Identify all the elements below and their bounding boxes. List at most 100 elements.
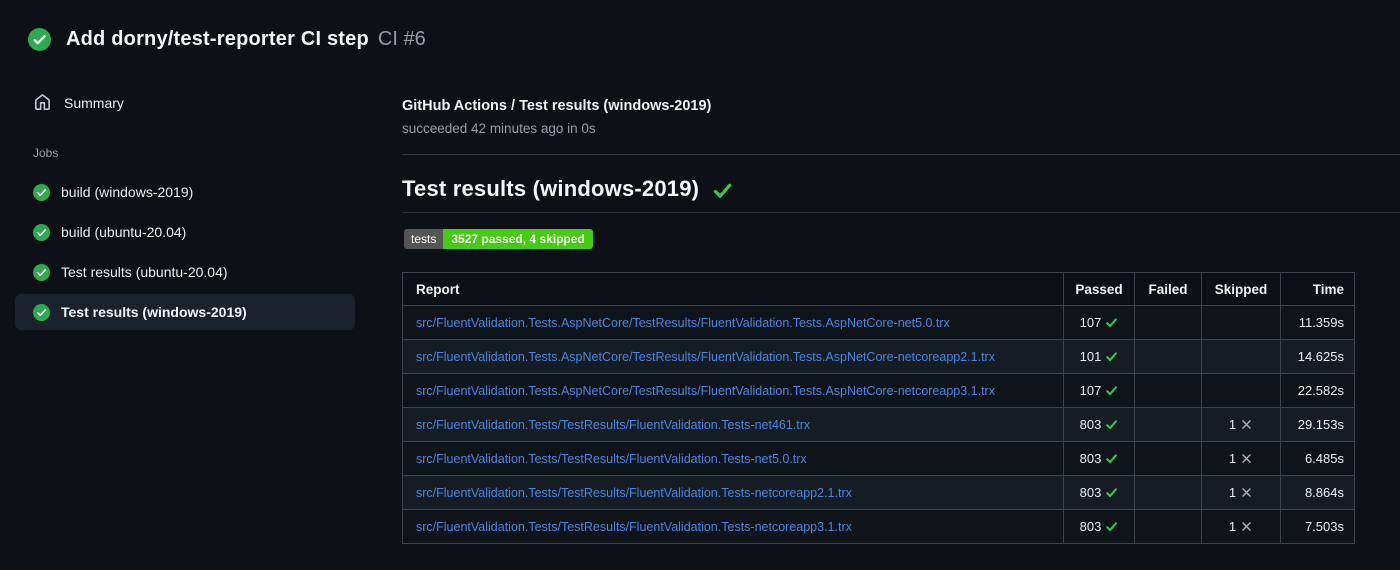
skipped-cell: 1 bbox=[1201, 475, 1281, 510]
check-circle-icon bbox=[33, 183, 50, 201]
check-circle-icon bbox=[33, 263, 50, 281]
failed-cell bbox=[1134, 305, 1202, 340]
time-cell: 6.485s bbox=[1280, 441, 1355, 476]
success-check-icon bbox=[714, 183, 732, 198]
check-icon bbox=[1106, 352, 1118, 362]
table-body: src/FluentValidation.Tests.AspNetCore/Te… bbox=[402, 305, 1355, 544]
passed-count: 107 bbox=[1079, 315, 1102, 330]
column-header-passed: Passed bbox=[1063, 272, 1135, 306]
badge-value: 3527 passed, 4 skipped bbox=[443, 229, 593, 249]
check-icon bbox=[1106, 454, 1118, 464]
passed-cell: 803 bbox=[1063, 509, 1135, 544]
table-row: src/FluentValidation.Tests.AspNetCore/Te… bbox=[402, 373, 1355, 408]
failed-cell bbox=[1134, 475, 1202, 510]
column-header-report: Report bbox=[402, 272, 1064, 306]
check-icon bbox=[1106, 522, 1118, 532]
passed-count: 803 bbox=[1079, 417, 1102, 432]
x-icon bbox=[1242, 420, 1251, 429]
time-cell: 22.582s bbox=[1280, 373, 1355, 408]
skipped-count: 1 bbox=[1228, 417, 1237, 432]
skipped-count: 1 bbox=[1228, 451, 1237, 466]
time-cell: 14.625s bbox=[1280, 339, 1355, 374]
sidebar-job-test-results-windows-2019-[interactable]: Test results (windows-2019) bbox=[15, 294, 355, 330]
table-row: src/FluentValidation.Tests.AspNetCore/Te… bbox=[402, 339, 1355, 374]
badge-label: tests bbox=[404, 229, 444, 249]
check-icon bbox=[1106, 420, 1118, 430]
passed-count: 803 bbox=[1079, 519, 1102, 534]
passed-count: 107 bbox=[1079, 383, 1102, 398]
passed-count: 803 bbox=[1079, 485, 1102, 500]
passed-count: 803 bbox=[1079, 451, 1102, 466]
section-title: Test results (windows-2019) bbox=[402, 176, 700, 201]
report-link[interactable]: src/FluentValidation.Tests/TestResults/F… bbox=[416, 452, 807, 466]
passed-cell: 107 bbox=[1063, 373, 1135, 408]
skipped-cell: 1 bbox=[1201, 407, 1281, 442]
time-cell: 11.359s bbox=[1280, 305, 1355, 340]
check-icon bbox=[1106, 386, 1118, 396]
column-header-skipped: Skipped bbox=[1201, 272, 1281, 306]
report-link[interactable]: src/FluentValidation.Tests/TestResults/F… bbox=[416, 520, 852, 534]
job-label: build (ubuntu-20.04) bbox=[61, 224, 187, 240]
report-link[interactable]: src/FluentValidation.Tests.AspNetCore/Te… bbox=[416, 384, 995, 398]
sidebar-job-test-results-ubuntu-20-04-[interactable]: Test results (ubuntu-20.04) bbox=[15, 254, 355, 290]
passed-cell: 101 bbox=[1063, 339, 1135, 374]
failed-cell bbox=[1134, 407, 1202, 442]
test-results-table: Report Passed Failed Skipped Time src/Fl… bbox=[402, 272, 1355, 544]
passed-cell: 803 bbox=[1063, 407, 1135, 442]
failed-cell bbox=[1134, 339, 1202, 374]
table-header-row: Report Passed Failed Skipped Time bbox=[402, 272, 1355, 306]
skipped-count: 1 bbox=[1228, 519, 1237, 534]
run-header: Add dorny/test-reporter CI step CI #6 bbox=[28, 28, 426, 51]
jobs-list: build (windows-2019) build (ubuntu-20.04… bbox=[15, 174, 355, 334]
check-icon bbox=[1106, 318, 1118, 328]
sidebar-item-summary[interactable]: Summary bbox=[20, 86, 138, 119]
tests-badge: tests 3527 passed, 4 skipped bbox=[404, 229, 593, 249]
x-icon bbox=[1242, 454, 1251, 463]
table-row: src/FluentValidation.Tests/TestResults/F… bbox=[402, 509, 1355, 544]
jobs-section-label: Jobs bbox=[33, 146, 59, 160]
check-run-breadcrumb: GitHub Actions / Test results (windows-2… bbox=[402, 98, 712, 114]
failed-cell bbox=[1134, 373, 1202, 408]
job-label: build (windows-2019) bbox=[61, 184, 194, 200]
home-icon bbox=[35, 94, 50, 110]
report-link[interactable]: src/FluentValidation.Tests.AspNetCore/Te… bbox=[416, 350, 995, 364]
failed-cell bbox=[1134, 509, 1202, 544]
heading-underline bbox=[402, 212, 1400, 213]
column-header-failed: Failed bbox=[1134, 272, 1202, 306]
report-link[interactable]: src/FluentValidation.Tests/TestResults/F… bbox=[416, 418, 810, 432]
run-title: Add dorny/test-reporter CI step bbox=[66, 28, 369, 50]
workflow-run-page: Add dorny/test-reporter CI step CI #6 Su… bbox=[0, 0, 1400, 570]
table-row: src/FluentValidation.Tests.AspNetCore/Te… bbox=[402, 305, 1355, 340]
x-icon bbox=[1242, 488, 1251, 497]
time-cell: 29.153s bbox=[1280, 407, 1355, 442]
run-status-text: succeeded 42 minutes ago in 0s bbox=[402, 121, 596, 136]
section-heading: Test results (windows-2019) bbox=[402, 176, 733, 202]
table-row: src/FluentValidation.Tests/TestResults/F… bbox=[402, 441, 1355, 476]
job-label: Test results (windows-2019) bbox=[61, 304, 247, 320]
sidebar-job-build-windows-2019-[interactable]: build (windows-2019) bbox=[15, 174, 355, 210]
summary-label: Summary bbox=[64, 94, 124, 111]
header-divider bbox=[402, 154, 1400, 155]
report-link[interactable]: src/FluentValidation.Tests/TestResults/F… bbox=[416, 486, 852, 500]
table-row: src/FluentValidation.Tests/TestResults/F… bbox=[402, 407, 1355, 442]
skipped-cell: 1 bbox=[1201, 509, 1281, 544]
skipped-cell bbox=[1201, 373, 1281, 408]
failed-cell bbox=[1134, 441, 1202, 476]
sidebar-job-build-ubuntu-20-04-[interactable]: build (ubuntu-20.04) bbox=[15, 214, 355, 250]
time-cell: 8.864s bbox=[1280, 475, 1355, 510]
skipped-cell bbox=[1201, 339, 1281, 374]
report-link[interactable]: src/FluentValidation.Tests.AspNetCore/Te… bbox=[416, 316, 950, 330]
passed-cell: 803 bbox=[1063, 441, 1135, 476]
passed-cell: 803 bbox=[1063, 475, 1135, 510]
time-cell: 7.503s bbox=[1280, 509, 1355, 544]
passed-cell: 107 bbox=[1063, 305, 1135, 340]
skipped-count: 1 bbox=[1228, 485, 1237, 500]
check-circle-icon bbox=[33, 303, 50, 321]
check-circle-icon bbox=[33, 223, 50, 241]
table-row: src/FluentValidation.Tests/TestResults/F… bbox=[402, 475, 1355, 510]
check-circle-icon bbox=[28, 28, 51, 51]
job-label: Test results (ubuntu-20.04) bbox=[61, 264, 228, 280]
column-header-time: Time bbox=[1280, 272, 1355, 306]
passed-count: 101 bbox=[1079, 349, 1102, 364]
x-icon bbox=[1242, 522, 1251, 531]
